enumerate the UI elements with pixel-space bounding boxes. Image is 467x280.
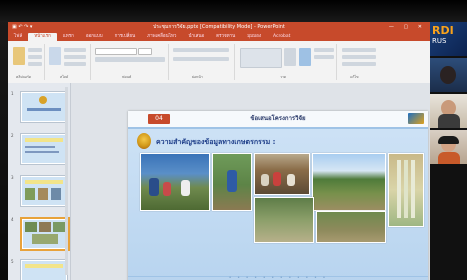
current-slide[interactable]: 04 ข้อเสนอโครงการวิจัย ความสำคัญของข้อมู… xyxy=(128,111,428,280)
slide-thumbnail-2[interactable] xyxy=(20,133,68,165)
photo-group-shelter xyxy=(254,153,310,195)
font-group: ฟอนต์ xyxy=(92,44,169,80)
organization-logo xyxy=(408,113,424,124)
select-button[interactable] xyxy=(342,62,376,66)
thai-emblem-icon xyxy=(137,133,151,149)
find-button[interactable] xyxy=(342,48,376,52)
window-controls[interactable]: — ▢ ✕ xyxy=(389,22,426,32)
slide-thumbnail-3[interactable] xyxy=(20,175,68,207)
font-name-select[interactable] xyxy=(95,48,137,55)
tab-home[interactable]: หน้าแรก xyxy=(28,33,57,41)
tab-acrobat[interactable]: Acrobat xyxy=(267,33,296,41)
ribbon: คลิปบอร์ด สไลด์ ฟอนต์ ย่อหน้า วาด แก้ไข xyxy=(8,41,430,84)
group-label-drawing: วาด xyxy=(280,75,287,79)
new-slide-button[interactable] xyxy=(49,47,61,65)
shape-outline-button[interactable] xyxy=(314,55,334,59)
photo-farmer xyxy=(212,153,252,211)
copy-button[interactable] xyxy=(28,55,42,59)
powerpoint-window: ▣ ↶ ↷ ▾ ประชุมการวิจัย.pptx [Compatibili… xyxy=(8,22,430,280)
tab-design[interactable]: ออกแบบ xyxy=(80,33,109,41)
ribbon-tabs: ไฟล์ หน้าแรก แทรก ออกแบบ การเปลี่ยน ภาพเ… xyxy=(8,32,430,41)
video-tile-participant-2[interactable] xyxy=(430,94,467,128)
video-call-panel: RDI RUS xyxy=(430,22,467,280)
photo-field-meeting xyxy=(140,153,210,211)
reset-button[interactable] xyxy=(64,55,86,59)
slide-header: 04 ข้อเสนอโครงการวิจัย xyxy=(128,111,428,129)
tab-file[interactable]: ไฟล์ xyxy=(8,33,28,41)
font-size-select[interactable] xyxy=(138,48,152,55)
thumb-number: 2 xyxy=(11,133,14,138)
format-painter-button[interactable] xyxy=(28,62,42,66)
slide-editor: 04 ข้อเสนอโครงการวิจัย ความสำคัญของข้อมู… xyxy=(71,83,430,280)
quick-styles-button[interactable] xyxy=(299,48,311,66)
group-label-slides: สไลด์ xyxy=(60,75,69,79)
brand-text: RDI xyxy=(432,24,454,37)
photo-harvest-bundles xyxy=(388,153,424,227)
slides-group: สไลด์ xyxy=(46,44,91,80)
thumb-number: 1 xyxy=(11,91,14,96)
thumb-number: 5 xyxy=(11,259,14,264)
slide-subheading: ความสำคัญของข้อมูลทางเกษตรกรรม : xyxy=(156,138,276,146)
cut-button[interactable] xyxy=(28,48,42,52)
layout-button[interactable] xyxy=(64,48,86,52)
slide-thumbnail-4[interactable] xyxy=(20,217,70,251)
photo-crop-field xyxy=(312,153,386,211)
arrange-button[interactable] xyxy=(284,48,296,66)
clipboard-group: คลิปบอร์ด xyxy=(10,44,45,80)
tab-slideshow[interactable]: นำเสนอ xyxy=(182,33,210,41)
group-label-clipboard: คลิปบอร์ด xyxy=(16,75,32,79)
video-tile-participant-1[interactable] xyxy=(430,58,467,92)
paste-button[interactable] xyxy=(13,47,25,65)
video-tile-participant-3[interactable] xyxy=(430,130,467,164)
tab-transitions[interactable]: การเปลี่ยน xyxy=(109,33,142,41)
slide-thumbnail-1[interactable] xyxy=(20,91,68,123)
group-label-paragraph: ย่อหน้า xyxy=(192,75,203,79)
slide-header-title: ข้อเสนอโครงการวิจัย xyxy=(250,115,306,122)
thumb-number: 3 xyxy=(11,175,14,180)
thumb-number: 4 xyxy=(11,217,14,222)
font-format-buttons[interactable] xyxy=(95,57,165,62)
list-buttons[interactable] xyxy=(173,48,229,52)
tab-insert[interactable]: แทรก xyxy=(57,33,80,41)
drawing-group: วาด xyxy=(236,44,337,80)
slide-footer-dots: • • • • • • • • • • • • xyxy=(228,275,328,280)
video-tile-logo[interactable]: RDI RUS xyxy=(430,22,467,56)
shape-fill-button[interactable] xyxy=(314,48,334,52)
slide-thumbnails-pane: 1 2 3 4 5 xyxy=(8,83,71,280)
tab-review[interactable]: ตรวจทาน xyxy=(210,33,241,41)
section-button[interactable] xyxy=(64,62,86,66)
paragraph-group: ย่อหน้า xyxy=(170,44,235,80)
monitor-frame: ▣ ↶ ↷ ▾ ประชุมการวิจัย.pptx [Compatibili… xyxy=(0,0,467,280)
align-buttons[interactable] xyxy=(173,57,229,61)
tab-view[interactable]: มุมมอง xyxy=(241,33,267,41)
thumbnails-scrollbar[interactable] xyxy=(65,87,68,275)
top-bezel xyxy=(0,0,467,22)
tab-animations[interactable]: ภาพเคลื่อนไหว xyxy=(141,33,182,41)
photo-dry-field xyxy=(316,211,386,243)
window-title: ประชุมการวิจัย.pptx [Compatibility Mode]… xyxy=(153,24,285,30)
editing-group: แก้ไข xyxy=(338,44,428,80)
brand-subtext: RUS xyxy=(432,37,447,45)
title-bar: ▣ ↶ ↷ ▾ ประชุมการวิจัย.pptx [Compatibili… xyxy=(8,22,430,32)
slide-thumbnail-5[interactable] xyxy=(20,259,68,280)
replace-button[interactable] xyxy=(342,55,376,59)
shapes-gallery[interactable] xyxy=(240,48,282,68)
photo-grass-closeup xyxy=(254,197,314,243)
group-label-font: ฟอนต์ xyxy=(122,75,132,79)
group-label-editing: แก้ไข xyxy=(350,75,359,79)
